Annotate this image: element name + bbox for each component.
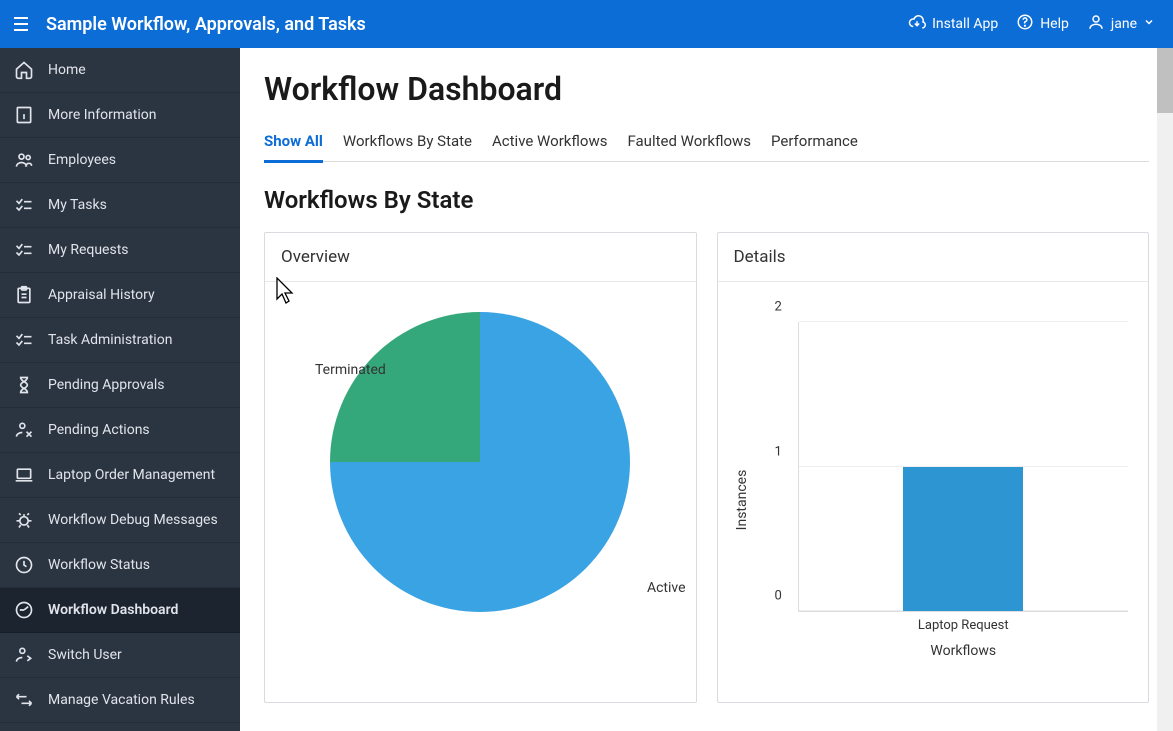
sidebar-item-more-information[interactable]: More Information xyxy=(0,93,240,138)
y-axis-label: Instances xyxy=(734,470,750,531)
clipboard-icon xyxy=(14,285,34,305)
section-title: Workflows By State xyxy=(264,186,1149,214)
bar[interactable] xyxy=(903,467,1023,612)
person-action-icon xyxy=(14,420,34,440)
sidebar-item-label: Workflow Dashboard xyxy=(48,602,178,618)
sidebar-item-label: Laptop Order Management xyxy=(48,467,215,483)
mouse-cursor-icon xyxy=(275,277,297,305)
overview-card-title: Overview xyxy=(265,233,696,282)
sidebar-item-label: Switch User xyxy=(48,647,122,663)
tab-show-all[interactable]: Show All xyxy=(264,122,323,163)
y-tick-label: 0 xyxy=(775,589,782,604)
sidebar-item-label: Workflow Debug Messages xyxy=(48,512,218,528)
sidebar-item-my-tasks[interactable]: My Tasks xyxy=(0,183,240,228)
details-card: Details Instances Workflows 0 1 2 Laptop Re… xyxy=(717,232,1150,703)
tab-performance[interactable]: Performance xyxy=(771,122,858,161)
chevron-down-icon xyxy=(1143,16,1155,32)
gridline xyxy=(799,321,1129,322)
sidebar-item-switch-user[interactable]: Switch User xyxy=(0,633,240,678)
sidebar-item-label: Pending Approvals xyxy=(48,377,165,393)
dashboard-icon xyxy=(14,600,34,620)
overview-card: Overview Terminated Active xyxy=(264,232,697,703)
user-icon xyxy=(1087,13,1105,35)
top-bar: Sample Workflow, Approvals, and Tasks In… xyxy=(0,0,1173,48)
details-bar-chart[interactable]: Instances Workflows 012Laptop Request xyxy=(738,312,1129,672)
tab-faulted-workflows[interactable]: Faulted Workflows xyxy=(627,122,751,161)
sidebar-item-label: Employees xyxy=(48,152,116,168)
checklist-icon xyxy=(14,195,34,215)
vertical-scrollbar[interactable] xyxy=(1157,48,1173,731)
sidebar-item-workflow-status[interactable]: Workflow Status xyxy=(0,543,240,588)
tabs: Show All Workflows By State Active Workflo… xyxy=(264,122,1149,162)
checklist-icon xyxy=(14,240,34,260)
user-menu-button[interactable]: jane xyxy=(1087,13,1155,35)
pie-label-terminated: Terminated xyxy=(315,362,386,378)
home-icon xyxy=(14,60,34,80)
sidebar: Home More Information Employees My Tasks My … xyxy=(0,48,240,731)
sidebar-item-label: Pending Actions xyxy=(48,422,150,438)
scrollbar-thumb[interactable] xyxy=(1157,48,1173,113)
sidebar-item-label: My Tasks xyxy=(48,197,107,213)
main-content: Workflow Dashboard Show All Workflows By … xyxy=(240,48,1173,731)
sidebar-item-workflow-dashboard[interactable]: Workflow Dashboard xyxy=(0,588,240,633)
clock-icon xyxy=(14,555,34,575)
sidebar-item-label: Manage Vacation Rules xyxy=(48,692,195,708)
details-card-title: Details xyxy=(718,233,1149,282)
switch-user-icon xyxy=(14,645,34,665)
sidebar-item-pending-approvals[interactable]: Pending Approvals xyxy=(0,363,240,408)
bug-icon xyxy=(14,510,34,530)
sidebar-item-label: Task Administration xyxy=(48,332,172,348)
help-button[interactable]: Help xyxy=(1016,13,1069,35)
sidebar-item-laptop-order-management[interactable]: Laptop Order Management xyxy=(0,453,240,498)
sidebar-item-pending-actions[interactable]: Pending Actions xyxy=(0,408,240,453)
sidebar-item-appraisal-history[interactable]: Appraisal History xyxy=(0,273,240,318)
info-icon xyxy=(14,105,34,125)
y-tick-label: 1 xyxy=(775,444,782,459)
sidebar-item-label: Workflow Status xyxy=(48,557,150,573)
sidebar-item-label: Appraisal History xyxy=(48,287,155,303)
sidebar-item-employees[interactable]: Employees xyxy=(0,138,240,183)
sidebar-item-my-requests[interactable]: My Requests xyxy=(0,228,240,273)
overview-pie-chart[interactable] xyxy=(330,312,630,612)
sidebar-item-home[interactable]: Home xyxy=(0,48,240,93)
help-icon xyxy=(1016,13,1034,35)
laptop-icon xyxy=(14,465,34,485)
cloud-download-icon xyxy=(908,13,926,35)
sidebar-item-workflow-debug-messages[interactable]: Workflow Debug Messages xyxy=(0,498,240,543)
checklist-icon xyxy=(14,330,34,350)
tab-active-workflows[interactable]: Active Workflows xyxy=(492,122,607,161)
page-title: Workflow Dashboard xyxy=(264,70,1149,108)
sidebar-item-label: Home xyxy=(48,62,86,78)
tab-workflows-by-state[interactable]: Workflows By State xyxy=(343,122,472,161)
user-name: jane xyxy=(1111,16,1137,32)
sidebar-item-label: My Requests xyxy=(48,242,129,258)
install-app-label: Install App xyxy=(932,16,998,32)
hamburger-menu-button[interactable] xyxy=(10,13,32,35)
install-app-button[interactable]: Install App xyxy=(908,13,998,35)
sidebar-item-task-administration[interactable]: Task Administration xyxy=(0,318,240,363)
y-tick-label: 2 xyxy=(775,300,782,315)
pie-label-active: Active xyxy=(647,580,686,596)
app-title: Sample Workflow, Approvals, and Tasks xyxy=(46,14,366,35)
hourglass-icon xyxy=(14,375,34,395)
x-axis-label: Workflows xyxy=(930,643,996,659)
sidebar-item-label: More Information xyxy=(48,107,156,123)
timeline-icon xyxy=(14,690,34,710)
category-label: Laptop Request xyxy=(918,618,1009,633)
sidebar-item-manage-vacation-rules[interactable]: Manage Vacation Rules xyxy=(0,678,240,723)
help-label: Help xyxy=(1040,16,1069,32)
people-icon xyxy=(14,150,34,170)
